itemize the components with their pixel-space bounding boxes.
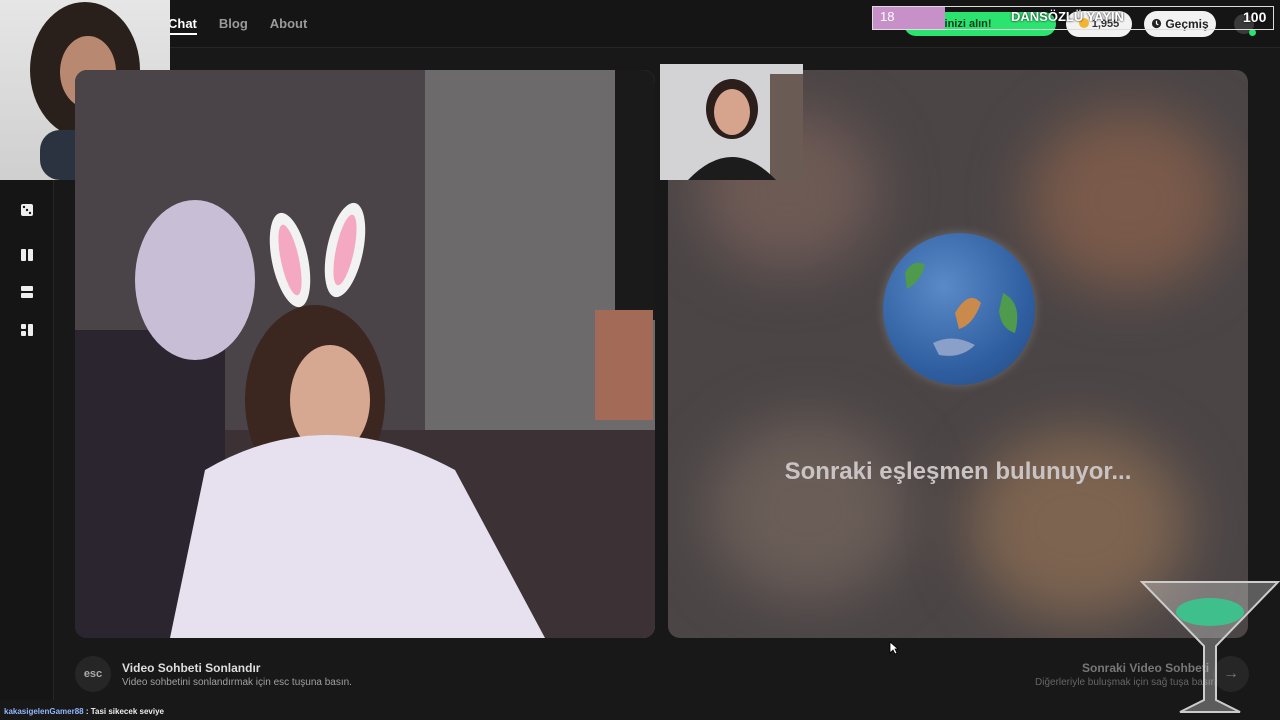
nav-chat-link[interactable]: Chat: [168, 16, 197, 35]
globe-continents: [905, 262, 1018, 356]
chat-text: Tasi sikecek seviye: [90, 707, 164, 716]
blur-blob: [708, 420, 908, 600]
chat-username: kakasigelenGamer88: [4, 707, 84, 716]
local-video-scene: [75, 70, 655, 638]
chat-separator: :: [83, 707, 91, 716]
searching-status: Sonraki eşleşmen bulunuyor...: [784, 458, 1132, 485]
layout-split-vertical-icon: [21, 249, 33, 261]
layout-grid-button[interactable]: [13, 316, 41, 344]
end-chat-title: Video Sohbeti Sonlandır: [122, 661, 261, 675]
cursor-icon: [889, 641, 899, 655]
cocktail-glass-icon: [1140, 581, 1280, 713]
main-nav: Chat Blog About: [168, 16, 307, 35]
layout-stacked-button[interactable]: [13, 278, 41, 306]
stream-goal-title: DANSÖZLÜ YAYIN: [1011, 9, 1124, 24]
layout-split-horizontal-icon: [21, 286, 33, 298]
dice-icon: [21, 204, 33, 216]
end-chat-subtitle: Video sohbetini sonlandırmak için esc tu…: [122, 677, 352, 688]
esc-key-button[interactable]: esc: [75, 656, 111, 692]
local-video: [75, 70, 655, 638]
globe-icon: [883, 233, 1035, 385]
stream-goal-current: 18: [880, 9, 895, 24]
guest-webcam: [660, 64, 803, 180]
chat-message: kakasigelenGamer88 : Tasi sikecek seviye: [4, 707, 164, 716]
nav-about-link[interactable]: About: [270, 16, 308, 35]
blur-blob: [1028, 110, 1228, 290]
nav-blog-link[interactable]: Blog: [219, 16, 248, 35]
guest-webcam-scene: [660, 64, 803, 180]
layout-side-by-side-button[interactable]: [13, 241, 41, 269]
shuffle-button[interactable]: [13, 196, 41, 224]
left-sidebar: [0, 180, 54, 700]
layout-grid-icon: [21, 324, 33, 336]
stream-goal-target: 100: [1243, 9, 1267, 25]
